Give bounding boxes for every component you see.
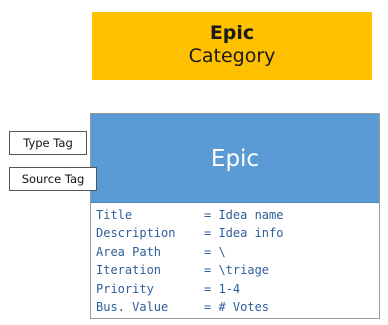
- type-tag: Type Tag: [9, 131, 87, 155]
- field-row: Title = Idea name: [96, 206, 283, 224]
- field-label: Bus. Value: [96, 300, 169, 315]
- field-label: Priority: [96, 281, 154, 296]
- card-title: Epic: [210, 146, 260, 172]
- field-value: = Idea name: [204, 208, 284, 222]
- category-title: Epic: [209, 22, 255, 44]
- field-list: Title = Idea name Description = Idea info …: [96, 206, 283, 316]
- field-row: Bus. Value = # Votes: [96, 298, 283, 316]
- field-label: Iteration: [96, 263, 162, 278]
- category-banner: Epic Category: [92, 12, 372, 80]
- field-value: = Idea info: [204, 226, 284, 241]
- field-value: = \triage: [204, 263, 270, 278]
- work-item-card: Epic Title = Idea name Description = Idea …: [90, 113, 380, 319]
- field-row: Description = Idea info: [96, 224, 283, 242]
- field-label: Area Path: [96, 244, 162, 259]
- field-row: Iteration = \triage: [96, 261, 283, 279]
- field-label: Description: [96, 226, 176, 241]
- field-label: Title: [96, 208, 133, 222]
- field-value: = 1-4: [204, 281, 241, 296]
- source-tag: Source Tag: [9, 167, 97, 191]
- field-row: Priority = 1-4: [96, 280, 283, 298]
- category-subtitle: Category: [188, 45, 276, 67]
- card-header: Epic: [91, 114, 379, 203]
- field-value: = # Votes: [204, 300, 270, 315]
- field-value: = \: [204, 244, 226, 259]
- field-row: Area Path = \: [96, 243, 283, 261]
